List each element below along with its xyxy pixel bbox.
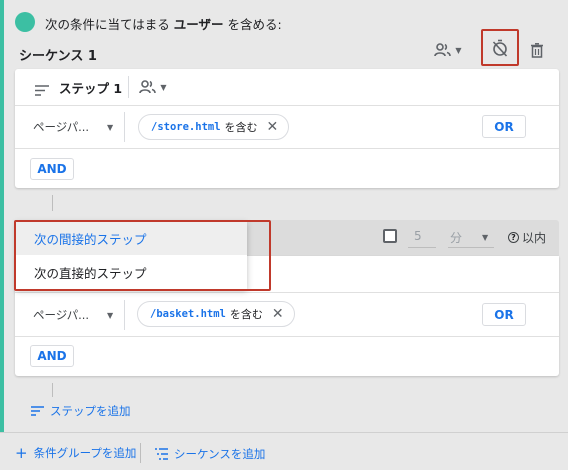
step-1-title: ステップ 1: [59, 81, 123, 96]
add-sequence-button[interactable]: シーケンスを追加: [155, 446, 265, 462]
step-2-and-button[interactable]: AND: [30, 345, 74, 367]
add-step-button[interactable]: ステップを追加: [31, 403, 131, 419]
step-1-and-button[interactable]: AND: [30, 158, 74, 180]
chip-operator: を含む: [224, 121, 258, 134]
sort-lines-icon: [31, 406, 44, 416]
sort-lines-icon: [35, 81, 49, 100]
divider: [124, 112, 125, 142]
highlight-box: [14, 220, 271, 291]
step-2-or-button[interactable]: OR: [482, 303, 526, 326]
chip-value: /basket.html: [150, 308, 226, 320]
delete-sequence-button[interactable]: [526, 38, 548, 62]
chip-value: /store.html: [151, 121, 221, 133]
time-constraint-button[interactable]: [481, 29, 519, 66]
step-1-or-button[interactable]: OR: [482, 115, 526, 138]
chevron-down-icon: ▼: [455, 45, 462, 55]
chip-operator: を含む: [229, 308, 263, 321]
timer-off-icon: [492, 39, 508, 57]
user-scope-icon: [434, 43, 452, 57]
header-prefix: 次の条件に当てはまる: [45, 17, 170, 32]
header-suffix: を含める:: [227, 17, 282, 32]
divider: [124, 300, 125, 330]
condition-indicator-icon: [15, 12, 35, 32]
plus-icon: +: [15, 443, 28, 462]
condition-accent-bar: [0, 0, 4, 432]
help-icon[interactable]: ?: [508, 232, 519, 243]
chevron-down-icon: ▼: [107, 122, 114, 132]
time-value[interactable]: 5: [414, 229, 422, 243]
divider: [448, 247, 494, 248]
add-condition-group-label: 条件グループを追加: [33, 446, 137, 460]
condition-header: 次の条件に当てはまる ユーザー を含める:: [45, 14, 282, 33]
within-label: 以内: [522, 231, 547, 245]
add-condition-group-button[interactable]: + 条件グループを追加: [15, 445, 136, 461]
step-1-dimension-select[interactable]: ページパ... ▼: [33, 119, 113, 135]
close-icon[interactable]: ✕: [272, 306, 284, 322]
time-unit-select[interactable]: 分 ▼: [450, 229, 488, 246]
chevron-down-icon: ▼: [160, 82, 167, 92]
step-connector: [52, 383, 53, 397]
time-unit-label: 分: [450, 231, 463, 245]
user-scope-icon: [139, 80, 157, 94]
step-1-filter-chip[interactable]: /store.html を含む ✕: [138, 114, 290, 140]
step-1-scope-dropdown[interactable]: ▼: [136, 77, 170, 97]
sequence-scope-dropdown[interactable]: ▼: [430, 38, 466, 62]
divider: [15, 292, 559, 293]
divider: [15, 336, 559, 337]
list-icon: [155, 448, 168, 460]
trash-icon: [531, 42, 543, 58]
divider: [15, 105, 559, 106]
divider: [0, 432, 568, 433]
divider: [128, 76, 129, 98]
chevron-down-icon: ▼: [482, 233, 489, 242]
divider: [140, 443, 141, 463]
header-scope: ユーザー: [173, 17, 224, 32]
chevron-down-icon: ▼: [107, 310, 114, 320]
divider: [15, 148, 559, 149]
step-connector: [52, 195, 53, 211]
add-sequence-label: シーケンスを追加: [174, 447, 266, 461]
step-2-dimension-select[interactable]: ページパ... ▼: [33, 307, 113, 323]
time-constraint-checkbox[interactable]: [383, 229, 397, 243]
divider: [408, 247, 436, 248]
add-step-label: ステップを追加: [50, 404, 131, 418]
sequence-title: シーケンス 1: [19, 49, 97, 64]
close-icon[interactable]: ✕: [267, 119, 279, 135]
dimension-label: ページパ...: [33, 308, 90, 322]
step-1-card: ステップ 1 ▼ ページパ... ▼ /store.html を含む ✕ OR …: [15, 69, 559, 188]
step-2-filter-chip[interactable]: /basket.html を含む ✕: [137, 301, 295, 327]
dimension-label: ページパ...: [33, 120, 90, 134]
within-label-group: ? 以内: [508, 229, 546, 246]
